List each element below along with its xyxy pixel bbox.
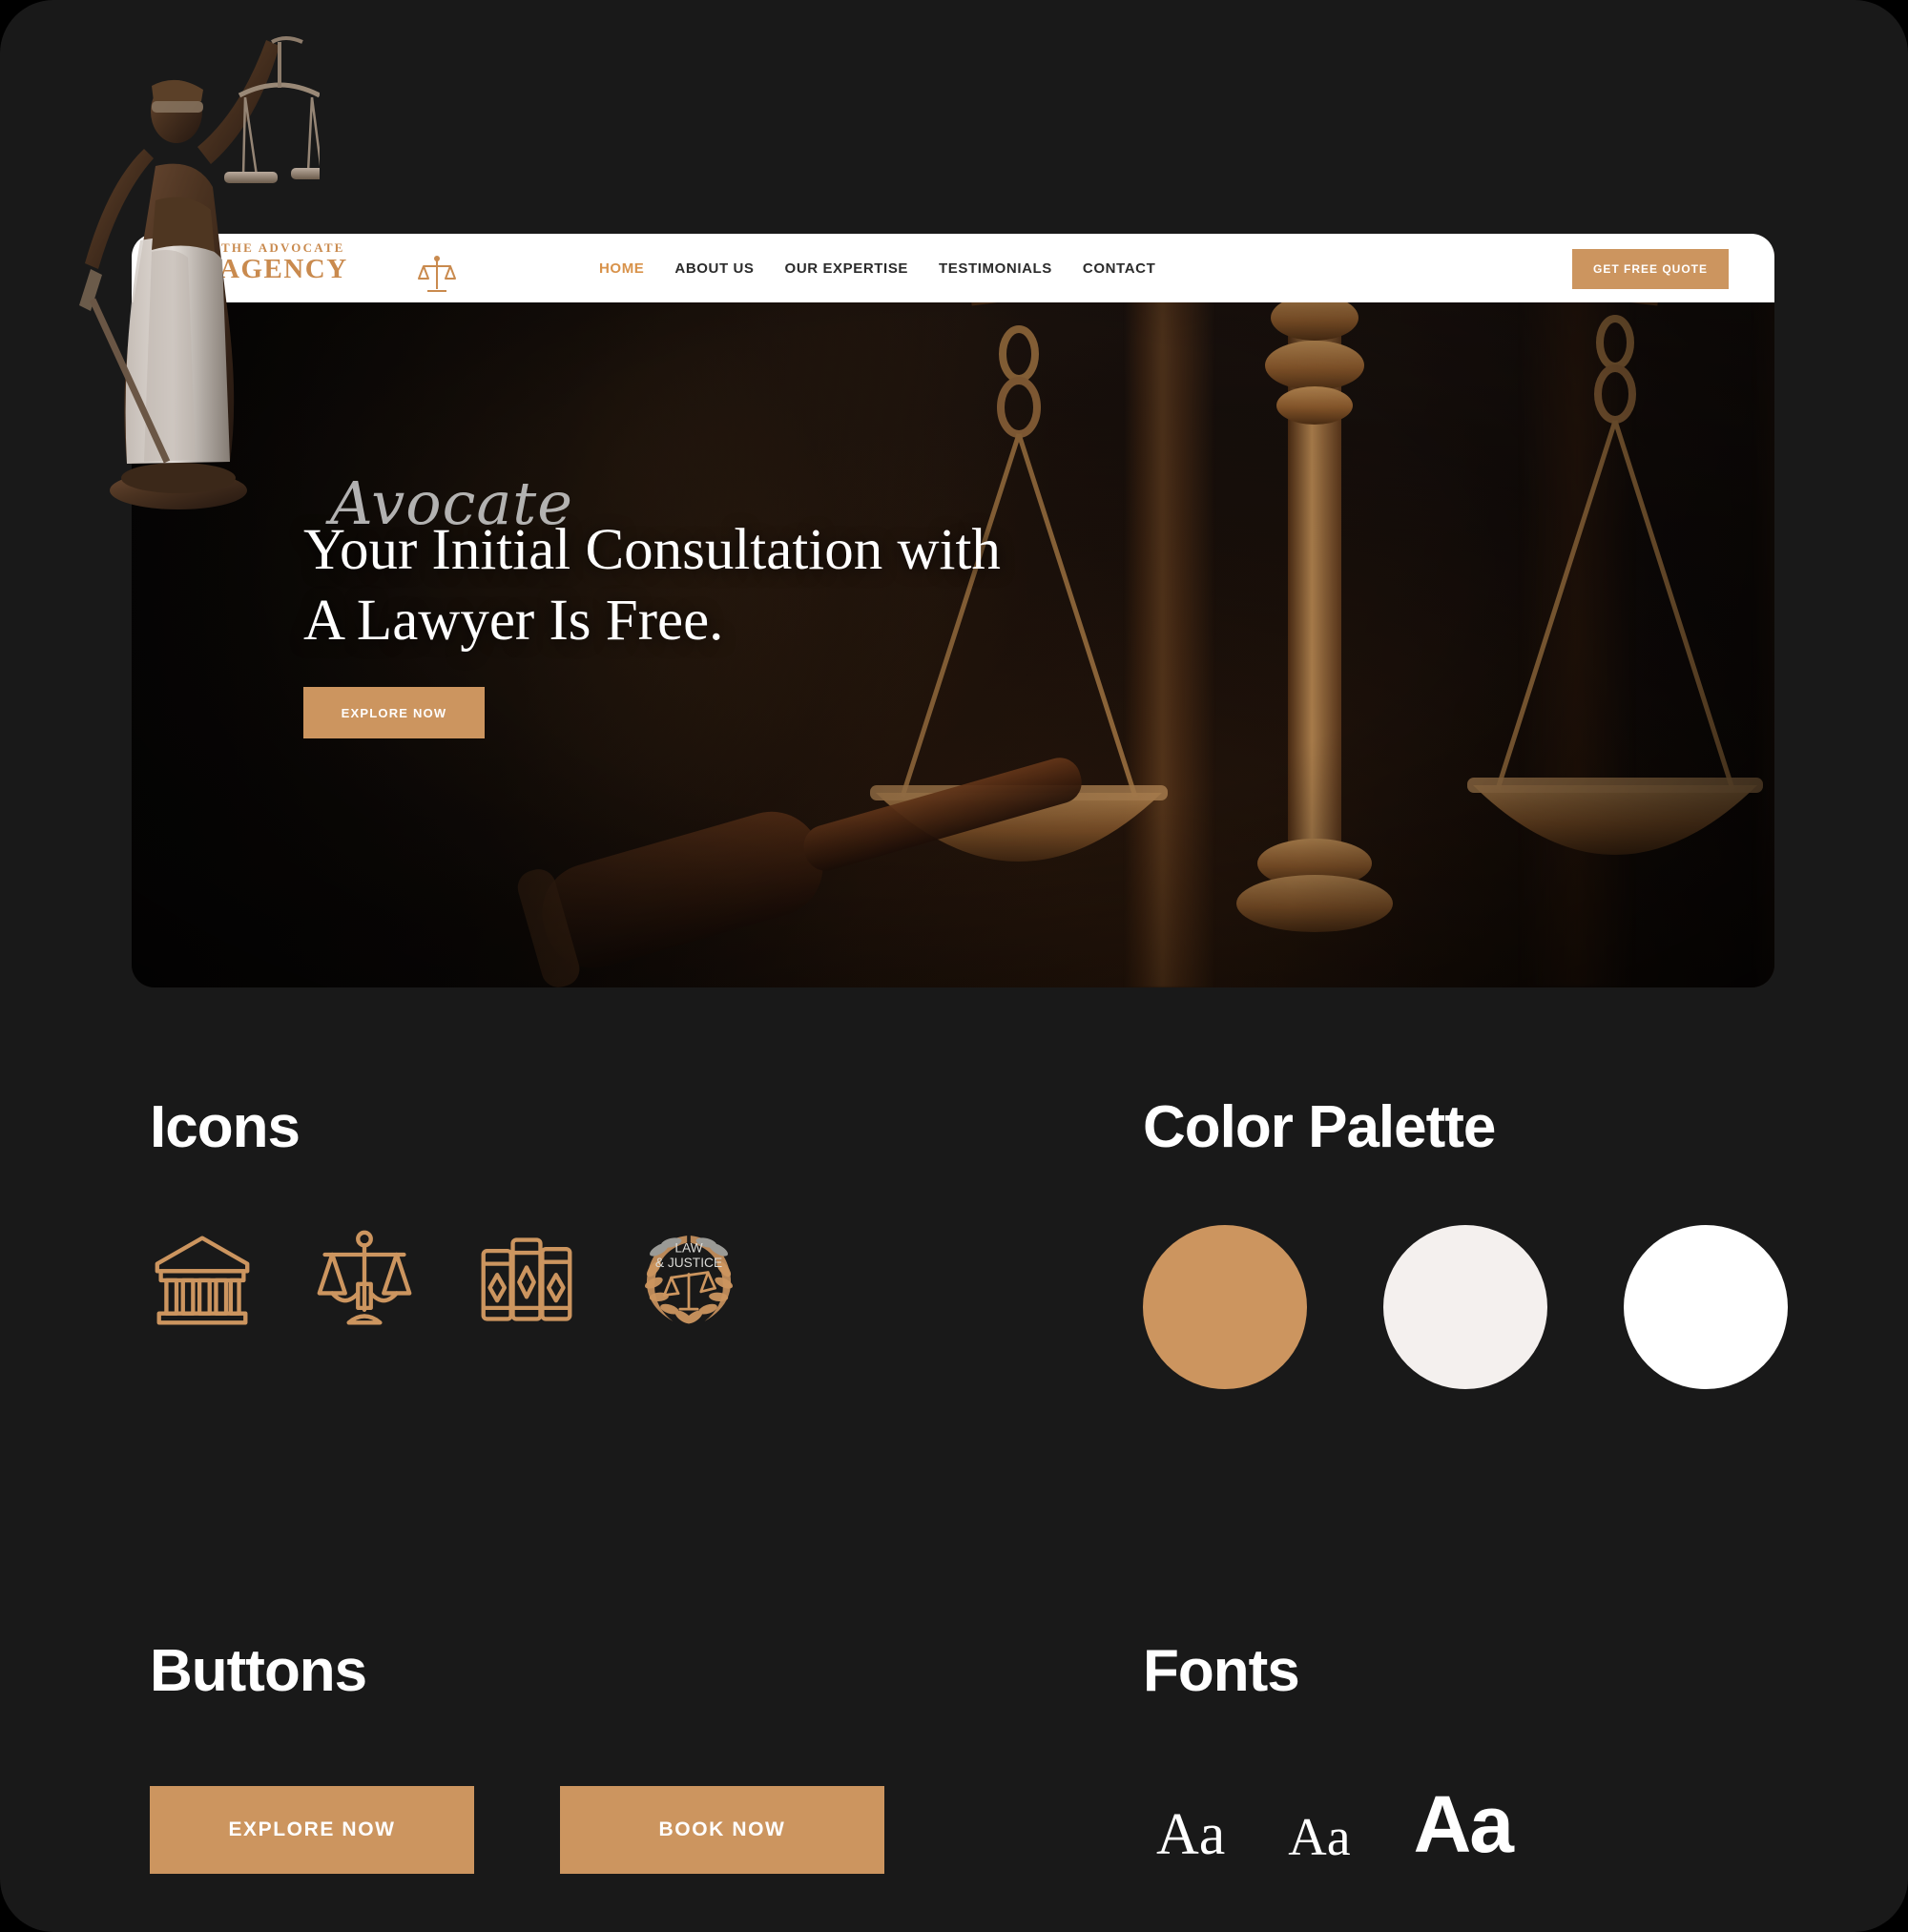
logo-line-1: THE ADVOCATE [221,240,345,255]
icons-heading: Icons [150,1094,301,1160]
color-swatches [1143,1225,1868,1389]
site-logo[interactable]: THE ADVOCATE AGENCY [177,240,456,297]
nav-item-testimonials[interactable]: TESTIMONIALS [939,260,1052,277]
buttons-section: Buttons EXPLORE NOW BOOK NOW [150,1641,1008,1874]
primary-navigation: HOME ABOUT US OUR EXPERTISE TESTIMONIALS… [599,234,1155,302]
font-sample-serif-regular: Aa [1156,1802,1226,1867]
law-justice-laurel-badge-icon[interactable]: LAW & JUSTICE [636,1227,741,1332]
website-mockup-card: THE ADVOCATE AGENCY HOME ABOUT US OUR EX… [132,234,1774,987]
badge-text-line-2: & JUSTICE [655,1256,722,1270]
fonts-section: Fonts Aa Aa Aa [1143,1638,1868,1865]
buttons-heading: Buttons [150,1638,367,1704]
fonts-heading: Fonts [1143,1638,1300,1704]
courthouse-icon[interactable] [150,1227,255,1332]
swatch-cream-off-white[interactable] [1383,1225,1547,1389]
icons-section: Icons LAW & JUSTICE [150,1097,1008,1332]
hero-script-word: Avocate [330,468,573,538]
hero-explore-now-button[interactable]: EXPLORE NOW [303,687,485,738]
buttons-list: EXPLORE NOW BOOK NOW [150,1786,1008,1874]
logo-scales-icon [418,256,456,292]
swatch-pure-white[interactable] [1624,1225,1788,1389]
color-palette-section: Color Palette [1143,1097,1868,1389]
logo-line-2: AGENCY [219,254,348,284]
nav-item-our-expertise[interactable]: OUR EXPERTISE [785,260,909,277]
nav-item-contact[interactable]: CONTACT [1083,260,1155,277]
swatch-accent-copper[interactable] [1143,1225,1307,1389]
explore-now-button[interactable]: EXPLORE NOW [150,1786,474,1874]
icons-list: LAW & JUSTICE [150,1227,1008,1332]
site-navbar: THE ADVOCATE AGENCY HOME ABOUT US OUR EX… [132,234,1774,302]
nav-item-about-us[interactable]: ABOUT US [674,260,754,277]
book-now-button[interactable]: BOOK NOW [560,1786,884,1874]
scales-of-justice-icon[interactable] [312,1227,417,1332]
font-sample-sans-bold: Aa [1413,1779,1514,1869]
badge-text-line-1: LAW [674,1241,702,1256]
get-free-quote-button[interactable]: GET FREE QUOTE [1572,249,1729,289]
font-sample-serif-small: Aa [1288,1808,1351,1867]
page-canvas: THE ADVOCATE AGENCY HOME ABOUT US OUR EX… [0,0,1908,1932]
color-palette-heading: Color Palette [1143,1094,1496,1160]
law-books-icon[interactable] [474,1227,579,1332]
hero-content: Avocate Your Initial Consultation with A… [303,468,1028,738]
nav-item-home[interactable]: HOME [599,260,644,277]
font-samples: Aa Aa Aa [1143,1784,1868,1864]
